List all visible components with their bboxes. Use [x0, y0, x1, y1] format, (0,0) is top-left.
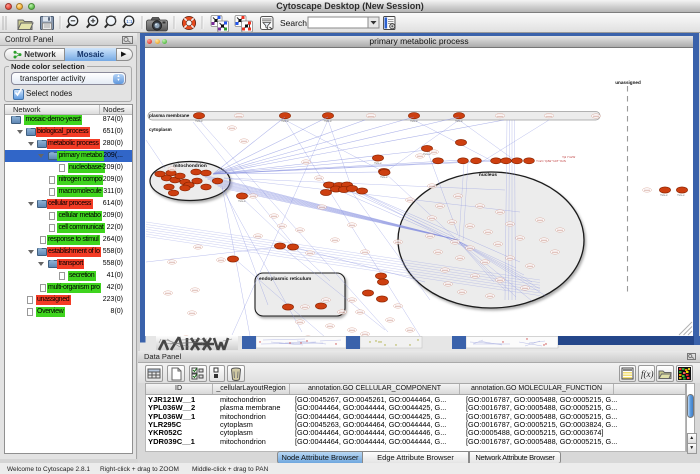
svg-text:YmrC YplW YdrT YkrS: YmrC YplW YdrT YkrS [536, 159, 566, 163]
svg-text:1:1: 1:1 [126, 19, 133, 24]
svg-text:Search:: Search: [280, 18, 309, 28]
svg-text:cytoplasm: cytoplasm [149, 127, 172, 132]
svg-text:Yxx-x: Yxx-x [410, 119, 418, 123]
svg-text:Yxx-x: Yxx-x [374, 161, 382, 165]
svg-text:Yxx-x: Yxx-x [324, 119, 332, 123]
svg-text:endoplasmic reticulum: endoplasmic reticulum [259, 276, 311, 282]
svg-text:Yxx-x: Yxx-x [195, 119, 203, 123]
svg-text:Yxx-x: Yxx-x [677, 193, 685, 197]
svg-text:Yxx-x: Yxx-x [660, 193, 668, 197]
svg-text:Yxx-x: Yxx-x [455, 119, 463, 123]
svg-text:Yxx-x: Yxx-x [380, 175, 388, 179]
svg-text:mitochondrion: mitochondrion [173, 163, 207, 169]
svg-text:unassigned: unassigned [615, 80, 641, 85]
svg-text:Yxx-x: Yxx-x [281, 119, 289, 123]
svg-text:Ypl YmrW: Ypl YmrW [562, 155, 575, 159]
svg-text:Yxx-x: Yxx-x [423, 152, 431, 156]
svg-text:plasma membrane: plasma membrane [149, 113, 190, 118]
svg-text:nucleus: nucleus [479, 172, 497, 178]
svg-text:Yxx-x: Yxx-x [238, 199, 246, 203]
svg-text:f(x): f(x) [641, 369, 654, 379]
